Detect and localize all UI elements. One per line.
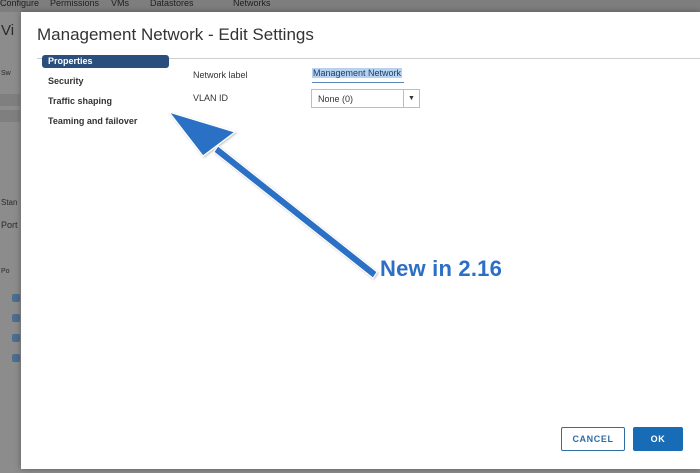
edit-settings-dialog: Management Network - Edit Settings Prope… (21, 12, 700, 469)
background-fragment: Port (1, 220, 18, 230)
nav-item-security[interactable]: Security (42, 75, 169, 88)
vlan-id-label: VLAN ID (193, 93, 229, 103)
background-fragment: Po (1, 268, 10, 275)
vlan-id-value: None (0) (318, 94, 354, 104)
annotation-label: New in 2.16 (380, 256, 503, 281)
background-tab-permissions: Permissions (50, 0, 100, 8)
background-tab-vms: VMs (111, 0, 129, 8)
background-tab-networks: Networks (233, 0, 271, 8)
caret-down-icon[interactable]: ▼ (403, 90, 419, 107)
network-icon (12, 314, 20, 322)
background-tab-bar: Configure Permissions VMs Datastores Net… (0, 0, 700, 12)
background-fragment: Vi (1, 22, 15, 39)
background-fragment: Sw (1, 70, 11, 77)
background-row (0, 110, 20, 122)
network-label-value: Management Network (312, 68, 403, 78)
vlan-id-select[interactable]: None (0) ▼ (311, 89, 420, 108)
network-label-label: Network label (193, 70, 248, 80)
background-left-panel: Vi Sw Stan Port Po (0, 12, 20, 473)
background-tab-datastores: Datastores (150, 0, 194, 8)
network-label-input[interactable]: Management Network (312, 68, 404, 83)
network-icon (12, 294, 20, 302)
background-fragment: Stan (1, 198, 18, 207)
nav-item-teaming-and-failover[interactable]: Teaming and failover (42, 115, 169, 128)
annotation-arrow-icon (168, 112, 378, 279)
background-row (0, 94, 20, 106)
network-icon (12, 354, 20, 362)
network-icon (12, 334, 20, 342)
nav-item-properties[interactable]: Properties (42, 55, 169, 68)
nav-item-traffic-shaping[interactable]: Traffic shaping (42, 95, 169, 108)
dialog-title: Management Network - Edit Settings (37, 25, 314, 44)
background-tab-configure: Configure (0, 0, 40, 8)
cancel-button[interactable]: CANCEL (561, 427, 625, 451)
ok-button[interactable]: OK (633, 427, 683, 451)
